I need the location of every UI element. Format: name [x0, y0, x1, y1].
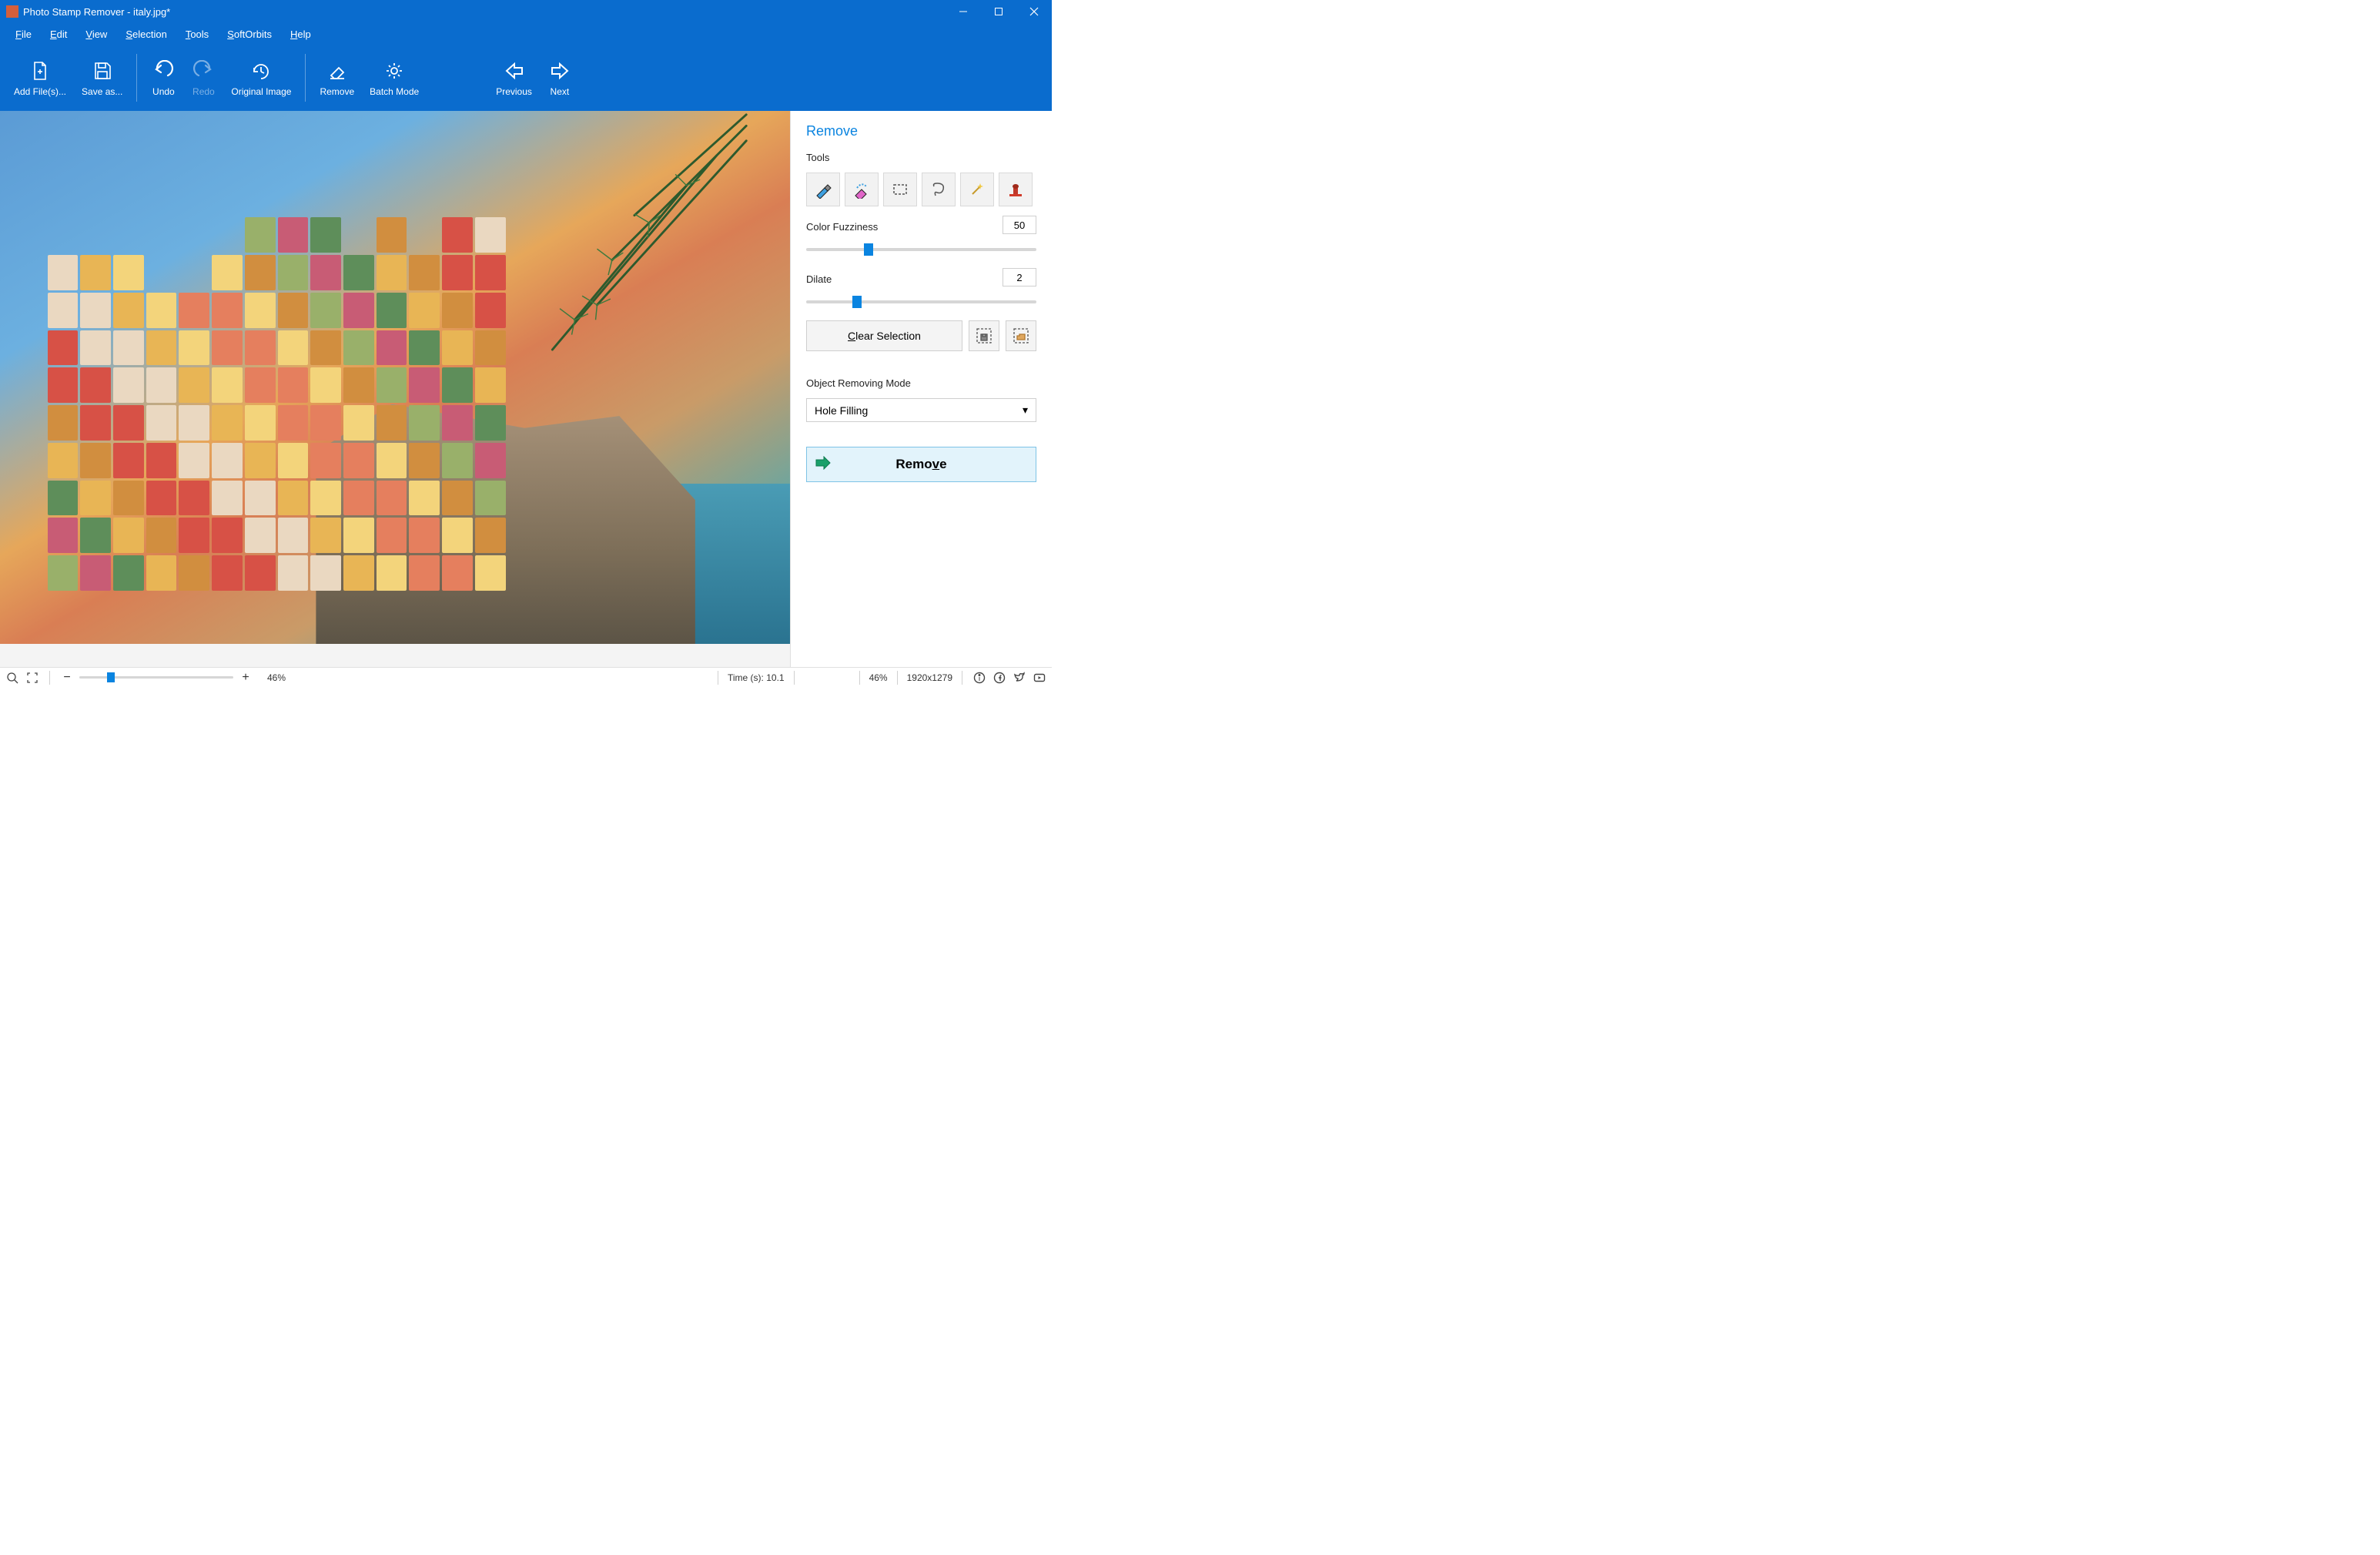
menu-selection[interactable]: Selection	[116, 25, 176, 43]
previous-label: Previous	[496, 86, 532, 97]
add-files-button[interactable]: Add File(s)...	[6, 48, 74, 108]
next-label: Next	[551, 86, 570, 97]
fit-screen-icon[interactable]	[25, 670, 40, 685]
dilate-input[interactable]	[1003, 268, 1036, 287]
rect-select-tool[interactable]	[883, 173, 917, 206]
batch-mode-label: Batch Mode	[370, 86, 419, 97]
twitter-icon[interactable]	[1012, 670, 1027, 685]
magic-wand-tool[interactable]	[960, 173, 994, 206]
undo-label: Undo	[152, 86, 175, 97]
color-fuzziness-input[interactable]	[1003, 216, 1036, 234]
clear-selection-button[interactable]: Clear Selection	[806, 320, 962, 351]
maximize-button[interactable]	[981, 0, 1016, 23]
status-bar: − + 46% Time (s): 10.1 46% 1920x1279	[0, 667, 1052, 687]
arrow-right-icon	[815, 456, 832, 474]
side-panel: Remove Tools Color Fuzziness	[790, 111, 1052, 667]
remove-primary-label: Remove	[895, 457, 946, 472]
eraser-icon	[325, 59, 350, 83]
lasso-tool[interactable]	[922, 173, 956, 206]
original-image-button[interactable]: Original Image	[223, 48, 299, 108]
previous-button[interactable]: Previous	[488, 48, 540, 108]
dilate-slider[interactable]	[806, 300, 1036, 303]
chevron-down-icon: ▾	[1023, 404, 1028, 417]
redo-label: Redo	[192, 86, 215, 97]
image-dimensions: 1920x1279	[907, 672, 952, 683]
content-area: Remove Tools Color Fuzziness	[0, 111, 1052, 667]
history-icon	[249, 59, 273, 83]
menu-tools[interactable]: Tools	[176, 25, 218, 43]
menu-view[interactable]: View	[76, 25, 116, 43]
toolbar: Add File(s)... Save as... Undo Redo	[0, 45, 1052, 111]
panel-title: Remove	[806, 123, 1036, 139]
time-label: Time (s): 10.1	[728, 672, 785, 683]
window-controls	[946, 0, 1052, 23]
zoom-percentage-2: 46%	[869, 672, 888, 683]
close-button[interactable]	[1016, 0, 1052, 23]
object-removing-mode-label: Object Removing Mode	[806, 377, 1036, 389]
save-as-button[interactable]: Save as...	[74, 48, 130, 108]
load-selection-button[interactable]	[1006, 320, 1036, 351]
save-icon	[90, 59, 115, 83]
dilate-label: Dilate	[806, 273, 832, 285]
arrow-left-icon	[502, 59, 527, 83]
zoom-out-button[interactable]: −	[59, 670, 75, 685]
zoom-tool-icon[interactable]	[5, 670, 20, 685]
mode-dropdown[interactable]: Hole Filling ▾	[806, 398, 1036, 422]
minimize-button[interactable]	[946, 0, 981, 23]
app-title: Photo Stamp Remover - italy.jpg*	[23, 6, 170, 18]
canvas-area	[0, 111, 790, 667]
arrow-right-icon	[547, 59, 572, 83]
mode-selected-value: Hole Filling	[815, 404, 868, 417]
youtube-icon[interactable]	[1032, 670, 1047, 685]
zoom-slider[interactable]	[79, 676, 233, 679]
tools-label: Tools	[806, 152, 1036, 163]
remove-label: Remove	[320, 86, 354, 97]
menu-edit[interactable]: Edit	[41, 25, 76, 43]
add-files-label: Add File(s)...	[14, 86, 66, 97]
menu-softorbits[interactable]: SoftOrbits	[218, 25, 281, 43]
info-icon[interactable]	[972, 670, 987, 685]
undo-icon	[151, 59, 176, 83]
remove-button-toolbar[interactable]: Remove	[312, 48, 362, 108]
image-canvas[interactable]	[0, 111, 790, 644]
menu-help[interactable]: Help	[281, 25, 320, 43]
menu-bar: File Edit View Selection Tools SoftOrbit…	[0, 23, 1052, 45]
stamp-tool[interactable]	[999, 173, 1033, 206]
color-fuzziness-slider[interactable]	[806, 248, 1036, 251]
tool-grid	[806, 173, 1036, 206]
canvas-footer-strip	[0, 644, 790, 667]
marker-tool[interactable]	[806, 173, 840, 206]
zoom-percentage: 46%	[267, 672, 286, 683]
redo-icon	[191, 59, 216, 83]
free-select-tool[interactable]	[845, 173, 879, 206]
app-icon	[6, 5, 18, 18]
next-button[interactable]: Next	[540, 48, 580, 108]
batch-mode-button[interactable]: Batch Mode	[362, 48, 427, 108]
redo-button[interactable]: Redo	[183, 48, 223, 108]
gear-icon	[382, 59, 407, 83]
save-selection-button[interactable]	[969, 320, 999, 351]
add-file-icon	[28, 59, 52, 83]
zoom-in-button[interactable]: +	[238, 670, 253, 685]
menu-file[interactable]: File	[6, 25, 41, 43]
remove-primary-button[interactable]: Remove	[806, 447, 1036, 482]
original-image-label: Original Image	[231, 86, 291, 97]
title-bar: Photo Stamp Remover - italy.jpg*	[0, 0, 1052, 23]
color-fuzziness-label: Color Fuzziness	[806, 221, 878, 233]
save-as-label: Save as...	[82, 86, 122, 97]
undo-button[interactable]: Undo	[143, 48, 183, 108]
facebook-icon[interactable]	[992, 670, 1007, 685]
